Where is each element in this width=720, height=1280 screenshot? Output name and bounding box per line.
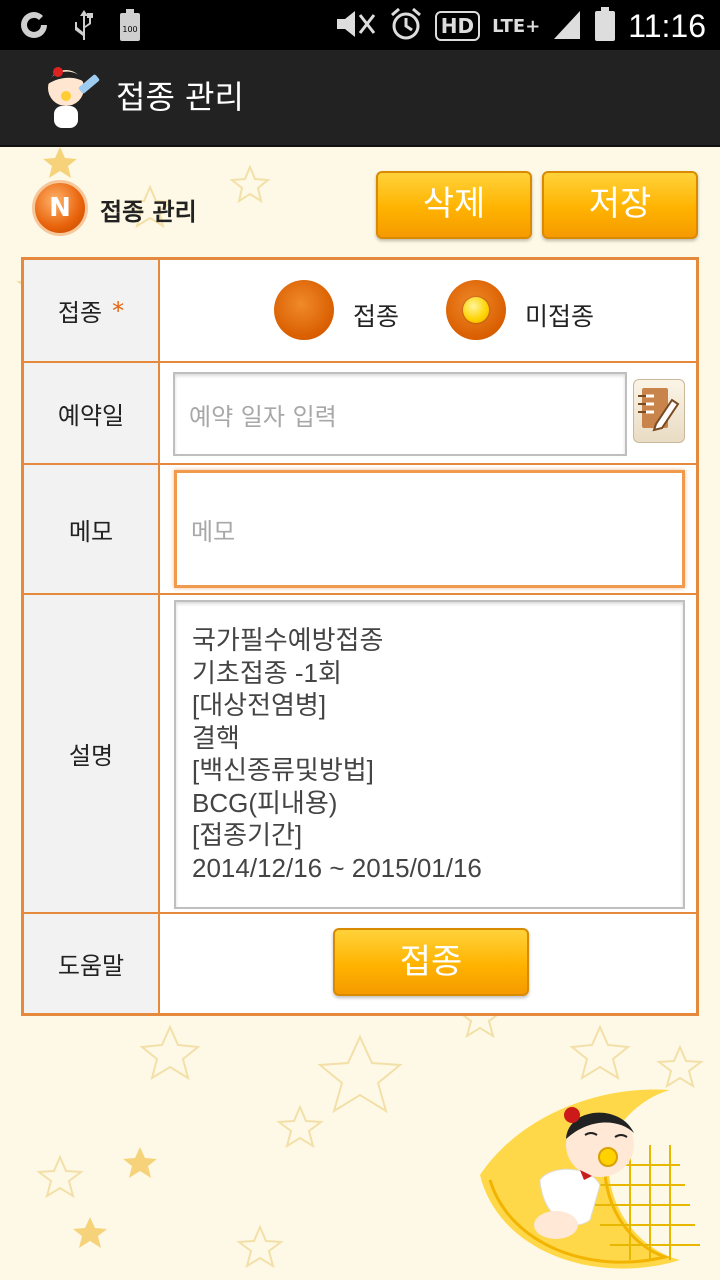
radio-not-vaccinated[interactable] <box>446 280 506 340</box>
vaccination-label-cell: 접종 * <box>24 260 160 361</box>
action-bar: 접종 관리 <box>0 50 720 147</box>
description-label: 설명 <box>68 742 114 770</box>
description-row: 설명 국가필수예방접종 기초접종 -1회 [대상전염병] 결핵 [백신종류및방법… <box>24 595 696 914</box>
mute-icon <box>333 7 377 45</box>
vaccination-form-table: 접종 * 접종 미접종 예약일 예약 일자 입력 메모 메모 설명 국가필수예방… <box>21 257 699 1016</box>
reservation-label-cell: 예약일 <box>24 363 160 463</box>
battery-icon: 100 <box>118 8 142 51</box>
hd-icon: HD <box>434 11 481 41</box>
description-line: 국가필수예방접종 <box>192 625 384 655</box>
g-icon <box>18 9 50 50</box>
required-mark: * <box>112 296 125 325</box>
battery-level-text: 100 <box>122 25 137 34</box>
reservation-label: 예약일 <box>57 401 125 430</box>
usb-icon <box>72 8 96 51</box>
help-label-cell: 도움말 <box>24 914 160 1013</box>
memo-label: 메모 <box>68 517 114 546</box>
reservation-date-input[interactable]: 예약 일자 입력 <box>173 372 627 456</box>
lte-icon: LTE+ <box>492 15 541 37</box>
reservation-row: 예약일 예약 일자 입력 <box>24 363 696 465</box>
description-label-cell: 설명 <box>24 595 160 912</box>
radio-vaccinated[interactable] <box>274 280 334 340</box>
description-line: BCG(피내용) <box>192 787 338 818</box>
alarm-icon <box>389 7 423 45</box>
description-line: 결핵 <box>192 722 240 753</box>
calendar-edit-button[interactable] <box>633 379 685 443</box>
battery-full-icon <box>594 6 616 46</box>
delete-button[interactable]: 삭제 <box>376 171 532 239</box>
vaccination-label: 접종 <box>57 299 103 327</box>
memo-input[interactable]: 메모 <box>174 470 685 588</box>
help-label: 도움말 <box>57 952 125 980</box>
memo-label-cell: 메모 <box>24 465 160 593</box>
description-line: [대상전염병] <box>192 690 327 720</box>
clock-time: 11:16 <box>628 7 706 44</box>
signal-icon <box>552 7 582 45</box>
baby-syringe-logo-icon <box>48 67 100 128</box>
description-line: [접종기간] <box>192 820 303 850</box>
save-button[interactable]: 저장 <box>542 171 698 239</box>
n-badge-icon: N <box>32 180 88 236</box>
description-textarea[interactable]: 국가필수예방접종 기초접종 -1회 [대상전염병] 결핵 [백신종류및방법] B… <box>174 600 685 909</box>
memo-row: 메모 메모 <box>24 465 696 595</box>
section-title: 접종 관리 <box>100 198 197 226</box>
help-vaccination-button[interactable]: 접종 <box>333 928 529 996</box>
baby-on-moon-illustration <box>480 1089 700 1269</box>
radio-not-vaccinated-label: 미접종 <box>525 302 595 331</box>
action-bar-title: 접종 관리 <box>116 78 244 116</box>
description-line: [백신종류및방법] <box>192 755 374 785</box>
radio-vaccinated-label: 접종 <box>353 302 400 331</box>
status-bar: 100 HD LTE+ 11:16 <box>0 0 720 50</box>
description-line: 2014/12/16 ~ 2015/01/16 <box>192 852 482 883</box>
vaccination-row: 접종 * 접종 미접종 <box>24 260 696 363</box>
description-line: 기초접종 -1회 <box>192 657 342 688</box>
help-row: 도움말 접종 <box>24 914 696 1013</box>
calendar-edit-icon <box>638 388 680 432</box>
